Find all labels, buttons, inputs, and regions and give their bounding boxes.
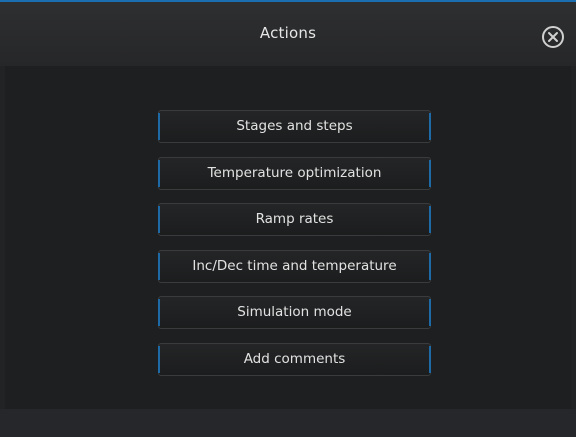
action-list: Stages and steps Temperature optimizatio… [158,110,431,389]
temperature-optimization-button[interactable]: Temperature optimization [158,156,431,190]
inc-dec-time-temperature-button[interactable]: Inc/Dec time and temperature [158,249,431,283]
dialog-footer [0,409,576,437]
close-icon [548,32,558,42]
ramp-rates-button[interactable]: Ramp rates [158,203,431,236]
add-comments-button[interactable]: Add comments [158,342,431,376]
close-button[interactable] [542,26,564,48]
simulation-mode-button[interactable]: Simulation mode [158,296,431,329]
dialog-title: Actions [259,24,317,42]
stages-and-steps-button[interactable]: Stages and steps [158,110,431,143]
actions-screen: Actions Stages and steps Temperature opt… [0,0,576,437]
dialog-header: Actions [0,2,576,66]
